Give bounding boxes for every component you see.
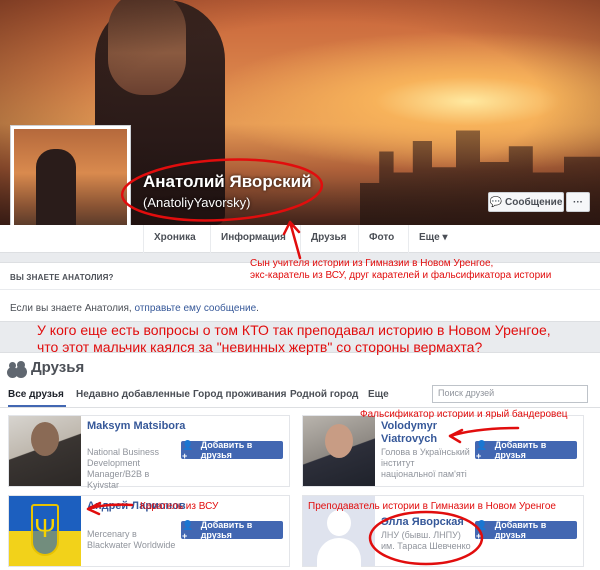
add-friend-button[interactable]: 👤+ Добавить в друзья xyxy=(475,519,577,541)
add-friend-button[interactable]: 👤+ Добавить в друзья xyxy=(475,439,577,461)
add-friend-icon: 👤+ xyxy=(182,519,194,541)
friend-name[interactable]: Volodymyr Viatrovych xyxy=(381,420,481,446)
message-icon: 💬 xyxy=(489,196,503,208)
friends-tab-recent[interactable]: Недавно добавленные xyxy=(76,389,190,400)
friend-avatar[interactable] xyxy=(9,416,81,486)
friend-card-volodymyr: Volodymyr Viatrovych Голова в Українськи… xyxy=(302,415,584,487)
friend-avatar[interactable] xyxy=(303,416,375,486)
add-friend-icon: 👤+ xyxy=(182,439,194,461)
profile-tab-bar: Хроника Информация Друзья Фото Еще ▾ xyxy=(0,225,600,253)
friends-tab-more[interactable]: Еще xyxy=(368,389,389,400)
friends-tab-hometown[interactable]: Родной город xyxy=(290,389,358,400)
send-message-link[interactable]: отправьте ему сообщение xyxy=(134,303,256,314)
do-you-know-title: ВЫ ЗНАЕТЕ АНАТОЛИЯ? xyxy=(10,273,114,282)
friends-tab-all[interactable]: Все друзья xyxy=(8,389,64,400)
friend-name[interactable]: Maksym Matsibora xyxy=(87,420,187,433)
friend-name[interactable]: Элла Яворская xyxy=(381,516,481,529)
tab-friends[interactable]: Друзья xyxy=(300,225,356,253)
tab-photos[interactable]: Фото xyxy=(358,225,404,253)
add-friend-button[interactable]: 👤+ Добавить в друзья xyxy=(181,519,283,541)
add-friend-icon: 👤+ xyxy=(476,519,488,541)
friends-search-input[interactable]: Поиск друзей xyxy=(432,385,588,403)
add-friend-button[interactable]: 👤+ Добавить в друзья xyxy=(181,439,283,461)
friends-tab-current-city[interactable]: Город проживания xyxy=(193,389,286,400)
profile-picture-image xyxy=(14,129,127,239)
profile-username: (AnatoliyYavorsky) xyxy=(143,195,251,210)
do-you-know-text: Если вы знаете Анатолия, отправьте ему с… xyxy=(10,303,259,314)
annotation-teacher: Преподаватель истории в Гимназии в Новом… xyxy=(308,501,556,512)
profile-name[interactable]: Анатолий Яворский xyxy=(143,172,312,192)
annotation-caption-big: У кого еще есть вопросы о том КТО так пр… xyxy=(37,322,551,355)
message-button[interactable]: 💬 Сообщение xyxy=(488,192,564,212)
coat-of-arms-icon: Ψ xyxy=(31,504,59,556)
annotation-falsifier: Фальсификатор истории и ярый бандеровец xyxy=(360,409,568,420)
friends-icon xyxy=(8,360,26,375)
friends-section: Друзья Все друзья Недавно добавленные Го… xyxy=(0,352,600,570)
add-friend-icon: 👤+ xyxy=(476,439,488,461)
more-options-button[interactable]: ··· xyxy=(566,192,590,212)
annotation-caption-right: Сын учителя истории из Гимназии в Новом … xyxy=(250,258,552,281)
friend-avatar[interactable]: Ψ xyxy=(9,496,81,566)
friend-card-maksym: Maksym Matsibora National Business Devel… xyxy=(8,415,290,490)
friends-title: Друзья xyxy=(8,359,84,376)
annotation-punisher: Каратель из ВСУ xyxy=(140,501,219,512)
tab-about[interactable]: Информация xyxy=(210,225,296,253)
tab-more[interactable]: Еще ▾ xyxy=(408,225,457,253)
message-button-label: Сообщение xyxy=(505,196,563,208)
tab-timeline[interactable]: Хроника xyxy=(143,225,206,253)
